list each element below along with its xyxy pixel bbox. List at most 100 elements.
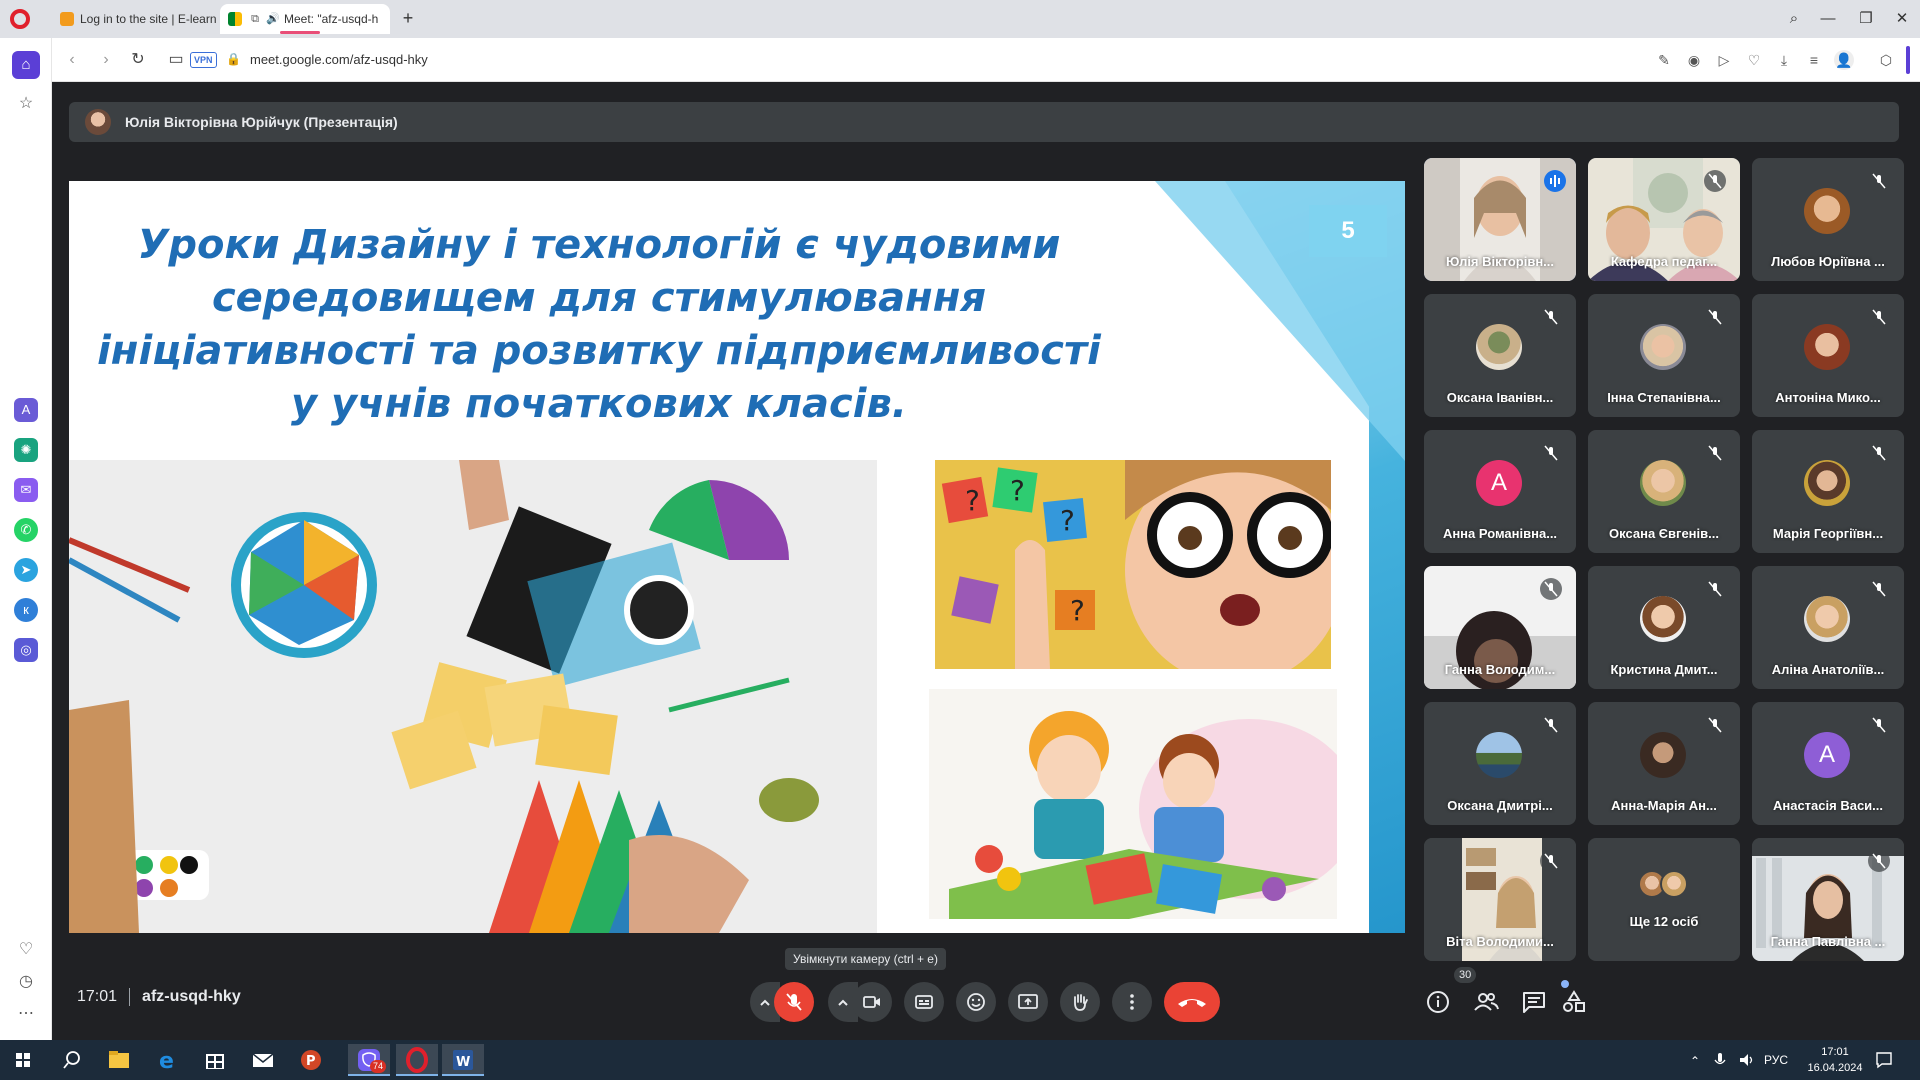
participant-tile[interactable]: Ганна Павлівна ... — [1752, 838, 1904, 961]
sidebar-more-icon[interactable]: ⋯ — [14, 1002, 38, 1026]
aria-icon[interactable]: A — [14, 398, 38, 422]
history-icon[interactable]: ◷ — [14, 970, 38, 994]
presenter-avatar — [85, 109, 111, 135]
back-button[interactable]: ‹ — [60, 48, 84, 72]
forward-button[interactable]: › — [94, 48, 118, 72]
volume-icon[interactable] — [1738, 1052, 1756, 1068]
microphone-tray-icon[interactable] — [1712, 1052, 1728, 1068]
participant-name: Кафедра педаг... — [1610, 254, 1718, 269]
player-icon[interactable]: ▷ — [1714, 50, 1734, 70]
powerpoint-button[interactable]: P — [290, 1044, 332, 1076]
tray-overflow-icon[interactable]: ⌃ — [1690, 1054, 1700, 1068]
instagram-icon[interactable]: ◎ — [14, 638, 38, 662]
participant-tile[interactable]: A Анна Романівна... — [1424, 430, 1576, 553]
participant-tile[interactable]: Кафедра педаг... — [1588, 158, 1740, 281]
vk-icon[interactable]: к — [14, 598, 38, 622]
whatsapp-icon[interactable]: ✆ — [14, 518, 38, 542]
participant-tile[interactable]: Інна Степанівна... — [1588, 294, 1740, 417]
participant-tile[interactable]: Антоніна Мико... — [1752, 294, 1904, 417]
viber-unread-badge: 74 — [370, 1060, 387, 1073]
tab-elearning[interactable]: Log in to the site | E-learn — [52, 4, 216, 34]
participant-tile[interactable]: Кристина Дмит... — [1588, 566, 1740, 689]
tab-meet[interactable]: ⧉ 🔊 Meet: "afz-usqd-h — [220, 4, 390, 34]
tab-title: Log in to the site | E-learn — [80, 12, 216, 26]
sidebar-toggle-indicator — [1906, 46, 1910, 74]
camera-permission-icon[interactable]: ▭ — [164, 48, 188, 72]
new-tab-button[interactable]: + — [398, 8, 418, 28]
participant-avatar — [1804, 188, 1850, 234]
participant-name: Любов Юріївна ... — [1771, 254, 1885, 269]
slide-title-line: середовищем для стимулювання — [211, 275, 987, 321]
folder-icon — [109, 1051, 129, 1068]
mic-off-icon — [1704, 714, 1726, 736]
mic-off-icon — [1540, 850, 1562, 872]
search-icon — [63, 1051, 80, 1069]
chatgpt-icon[interactable]: ✺ — [14, 438, 38, 462]
restore-button[interactable]: ❐ — [1848, 6, 1884, 32]
opera-menu-icon[interactable] — [10, 9, 30, 29]
participant-name: Аліна Анатоліїв... — [1771, 662, 1885, 677]
participant-tile[interactable]: Оксана Іванівн... — [1424, 294, 1576, 417]
participant-tile[interactable]: Оксана Євгенів... — [1588, 430, 1740, 553]
heart-icon[interactable]: ♡ — [1744, 50, 1764, 70]
participant-tile[interactable]: Оксана Дмитрі... — [1424, 702, 1576, 825]
keyboard-language[interactable]: РУС — [1764, 1053, 1788, 1067]
svg-text:?: ? — [1060, 504, 1075, 537]
word-button[interactable]: W — [442, 1044, 484, 1076]
messenger-icon[interactable]: ✉ — [14, 478, 38, 502]
search-button[interactable] — [50, 1044, 92, 1076]
participant-tile[interactable]: Анна-Марія Ан... — [1588, 702, 1740, 825]
reload-button[interactable]: ↻ — [126, 48, 150, 72]
more-participants-tile[interactable]: Ще 12 осіб — [1588, 838, 1740, 961]
participant-name: Оксана Іванівн... — [1446, 390, 1554, 405]
participant-avatar — [1640, 732, 1686, 778]
slide-title-line: Уроки Дизайну і технологій є чудовими — [137, 222, 1061, 268]
notifications-icon[interactable] — [1874, 1050, 1894, 1070]
mic-off-icon — [1704, 170, 1726, 192]
bookmarks-star-icon[interactable]: ☆ — [14, 92, 38, 116]
participant-tile[interactable]: Марія Георгіївн... — [1752, 430, 1904, 553]
start-button[interactable] — [2, 1044, 44, 1076]
tab-snap-icon[interactable]: ⧉ — [248, 12, 262, 26]
speed-dial-home-icon[interactable]: ⌂ — [12, 51, 40, 79]
participant-name: Анна-Марія Ан... — [1611, 798, 1717, 813]
extensions-icon[interactable]: ⬡ — [1876, 50, 1896, 70]
participant-tile[interactable]: Юлія Вікторівн... — [1424, 158, 1576, 281]
vpn-badge[interactable]: VPN — [190, 52, 217, 68]
lock-icon[interactable]: 🔒 — [226, 52, 241, 68]
search-tabs-icon[interactable]: ⌕ — [1776, 6, 1812, 32]
mail-button[interactable] — [242, 1044, 284, 1076]
tab-title: Meet: "afz-usqd-h — [284, 12, 379, 26]
edge-button[interactable]: e — [146, 1044, 188, 1076]
my-flow-heart-icon[interactable]: ♡ — [14, 938, 38, 962]
profile-icon[interactable]: 👤 — [1834, 50, 1854, 70]
telegram-icon[interactable]: ➤ — [14, 558, 38, 582]
store-button[interactable] — [194, 1044, 236, 1076]
easy-setup-icon[interactable]: ≡ — [1804, 50, 1824, 70]
viber-button[interactable]: 74 — [348, 1044, 390, 1076]
edit-icon[interactable]: ✎ — [1654, 50, 1674, 70]
participant-name: Анастасія Васи... — [1772, 798, 1883, 813]
snapshot-icon[interactable]: ◉ — [1684, 50, 1704, 70]
svg-text:e: e — [159, 1049, 174, 1074]
tab-audio-icon[interactable]: 🔊 — [266, 12, 280, 26]
participant-initial-avatar: A — [1804, 732, 1850, 778]
participant-avatar — [1640, 596, 1686, 642]
participant-tile[interactable]: Любов Юріївна ... — [1752, 158, 1904, 281]
opera-button[interactable] — [396, 1044, 438, 1076]
meeting-time: 17:01 — [77, 988, 118, 1005]
participant-tile[interactable]: A Анастасія Васи... — [1752, 702, 1904, 825]
clock[interactable]: 17:01 16.04.2024 — [1800, 1044, 1870, 1076]
close-window-button[interactable]: ✕ — [1884, 6, 1920, 32]
file-explorer-button[interactable] — [98, 1044, 140, 1076]
participant-tile[interactable]: Віта Володими... — [1424, 838, 1576, 961]
url-field[interactable]: meet.google.com/afz-usqd-hky — [250, 52, 428, 67]
participant-tile[interactable]: Аліна Анатоліїв... — [1752, 566, 1904, 689]
mic-off-icon — [1704, 306, 1726, 328]
minimize-button[interactable]: — — [1810, 6, 1846, 32]
participant-name: Оксана Євгенів... — [1609, 526, 1719, 541]
word-icon: W — [453, 1050, 473, 1070]
svg-text:?: ? — [965, 484, 980, 517]
download-icon[interactable]: ⤓ — [1774, 50, 1794, 70]
participant-tile[interactable]: Ганна Володим... — [1424, 566, 1576, 689]
